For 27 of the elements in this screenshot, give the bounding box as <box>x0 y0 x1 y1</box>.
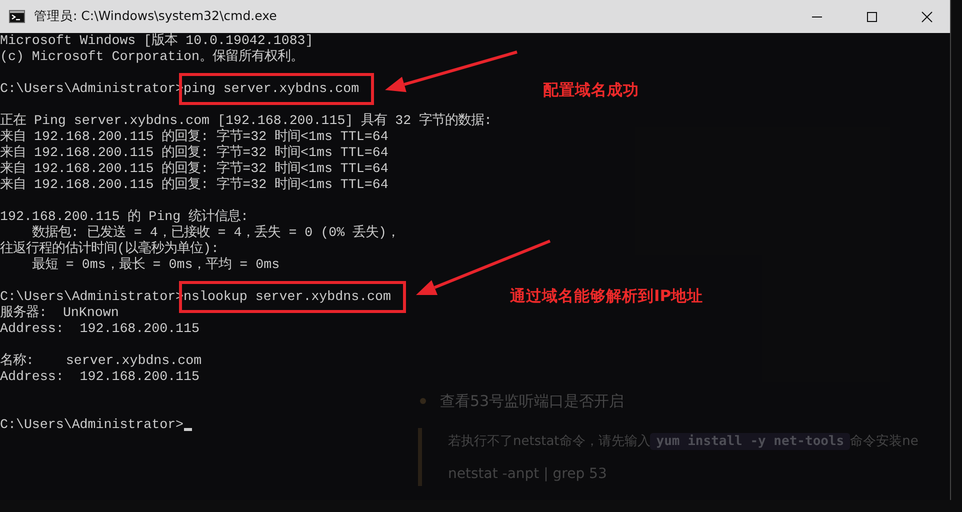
console-output: Address: 192.168.200.115 <box>0 369 200 385</box>
maximize-icon <box>866 10 878 22</box>
console-output: 名称: server.xybdns.com <box>0 353 202 369</box>
console-output: 来自 192.168.200.115 的回复: 字节=32 时间<1ms TTL=64 <box>0 129 388 144</box>
console-output: Address: 192.168.200.115 <box>0 321 200 337</box>
minimize-icon <box>811 16 823 18</box>
bullet-dot <box>420 398 426 404</box>
console-output: (c) Microsoft Corporation。保留所有权利。 <box>0 49 304 65</box>
command-text: netstat -anpt | grep 53 <box>448 466 608 482</box>
console-output: 数据包: 已发送 = 4，已接收 = 4，丢失 = 0 (0% 丢失)， <box>30 225 400 240</box>
annotation-label: 通过域名能够解析到IP地址 <box>510 286 704 307</box>
close-icon <box>921 10 933 22</box>
annotation-label: 配置域名成功 <box>543 80 639 101</box>
console-output: 来自 192.168.200.115 的回复: 字节=32 时间<1ms TTL=64 <box>0 161 388 176</box>
console-output: 来自 192.168.200.115 的回复: 字节=32 时间<1ms TTL=64 <box>0 177 388 193</box>
console-output: 往返行程的估计时间(以毫秒为单位): <box>0 241 219 257</box>
tip-text: 若执行不了netstat命令，请先输入 yum install -y net-tools 命令安装ne <box>448 432 920 450</box>
console-output: 服务器: UnKnown <box>0 305 119 321</box>
console-output: Microsoft Windows [版本 10.0.19042.1083] <box>0 33 314 49</box>
prompt-path: C:\Users\Administrator> <box>0 417 184 433</box>
section-heading: 查看53号监听端口是否开启 <box>440 392 624 410</box>
console-output: 来自 192.168.200.115 的回复: 字节=32 时间<1ms TTL=64 <box>0 145 388 160</box>
console-output: 192.168.200.115 的 Ping 统计信息: <box>0 209 249 224</box>
console-output: 最短 = 0ms，最长 = 0ms，平均 = 0ms <box>30 257 280 273</box>
console-output: 正在 Ping server.xybdns.com [192.168.200.115] 具有 32 字节的数据: <box>0 113 492 128</box>
console-icon <box>9 10 25 23</box>
window-title: 管理员: C:\Windows\system32\cmd.exe <box>34 8 277 25</box>
